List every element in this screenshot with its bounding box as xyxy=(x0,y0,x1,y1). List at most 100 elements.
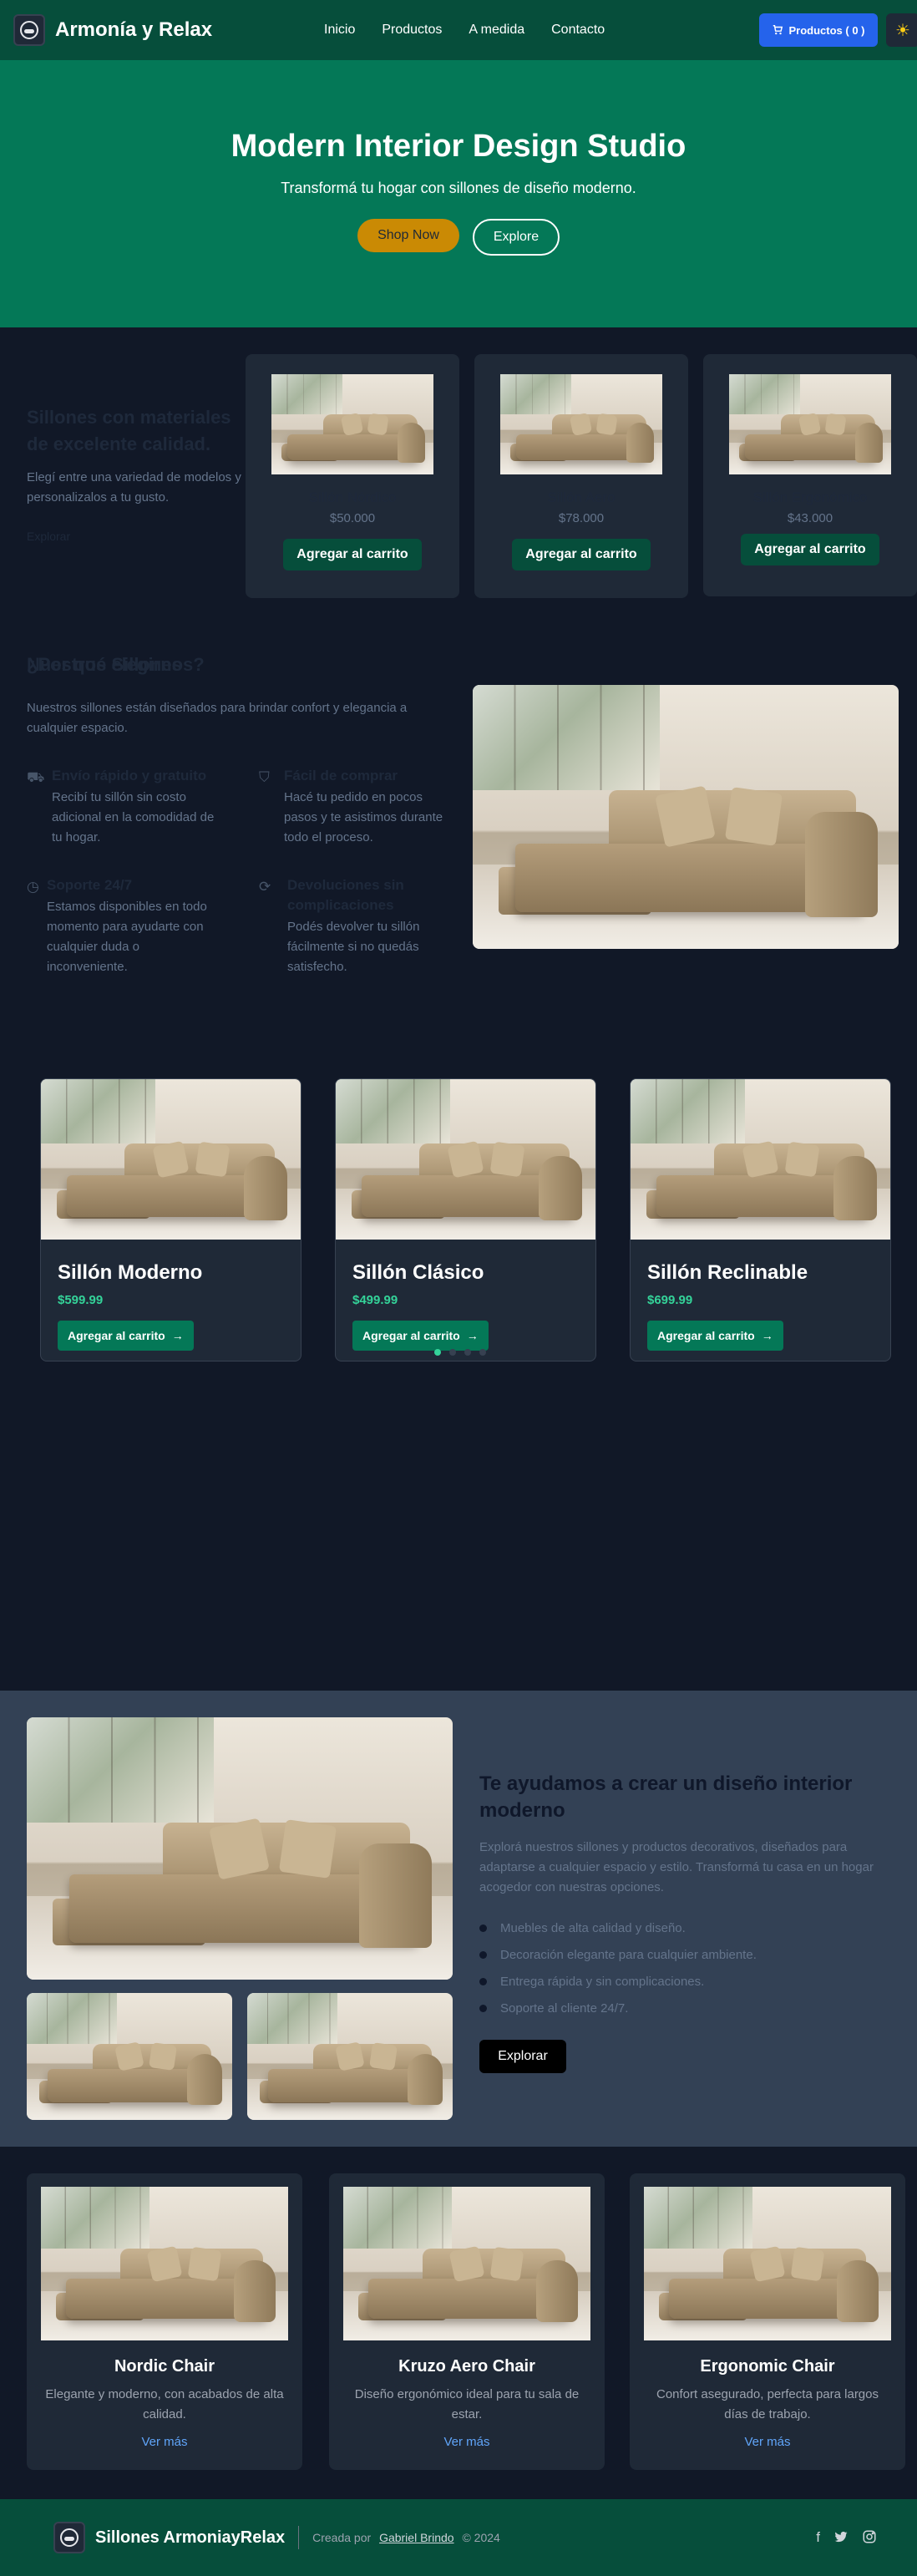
cart-label: Productos ( 0 ) xyxy=(788,23,865,37)
chair-name: Kruzo Aero Chair xyxy=(398,2357,535,2376)
divider xyxy=(298,2526,300,2549)
feature-text: Estamos disponibles en todo momento para… xyxy=(47,900,207,974)
nav-contacto[interactable]: Contacto xyxy=(551,23,605,38)
sofa-image xyxy=(41,1079,301,1240)
refresh-icon: ⟳ xyxy=(259,879,271,895)
feature-item: ⟳ Devoluciones sin complicaciones Podés … xyxy=(259,875,451,977)
cart-icon xyxy=(773,25,783,35)
help-list: Muebles de alta calidad y diseño. Decora… xyxy=(479,1914,757,2021)
truck-icon: ⛟ xyxy=(27,769,45,785)
sofa-price: $499.99 xyxy=(352,1293,398,1307)
cart-button[interactable]: Productos ( 0 ) xyxy=(759,13,878,47)
list-item: Soporte al cliente 24/7. xyxy=(479,1995,757,2021)
feature-title: Fácil de comprar xyxy=(284,768,398,783)
chair-image xyxy=(644,2187,891,2340)
site-footer: Sillones ArmoniayRelax Creada por Gabrie… xyxy=(0,2499,917,2576)
logo-icon[interactable] xyxy=(53,2522,85,2553)
arrow-right-icon: → xyxy=(466,1329,479,1342)
help-title: Te ayudamos a crear un diseño interior m… xyxy=(479,1772,853,1822)
sofa-card: Sillón Reclinable $699.99 Agregar al car… xyxy=(630,1078,891,1362)
list-item-text: Entrega rápida y sin complicaciones. xyxy=(500,1974,705,1989)
why-us-section: ¿Por qué elegirnos? Nuestros sillones es… xyxy=(0,327,917,1388)
sofa-thumbnail xyxy=(27,1993,232,2120)
nav-productos[interactable]: Productos xyxy=(382,23,442,38)
clock-icon: ◷ xyxy=(27,879,39,895)
twitter-icon[interactable] xyxy=(833,2529,849,2544)
list-item: Decoración elegante para cualquier ambie… xyxy=(479,1941,757,1968)
sofa-price: $699.99 xyxy=(647,1293,693,1307)
sofa-thumbnail xyxy=(247,1993,453,2120)
design-help-section: Te ayudamos a crear un diseño interior m… xyxy=(0,1691,917,2147)
bullet-icon xyxy=(479,1977,487,1985)
sofa-card: Sillón Moderno $599.99 Agregar al carrit… xyxy=(40,1078,301,1362)
footer-credit: Creada por Gabriel Brindo © 2024 xyxy=(312,2531,500,2544)
carousel-dot[interactable] xyxy=(449,1349,456,1356)
add-to-cart-button[interactable]: Agregar al carrito → xyxy=(352,1321,489,1351)
logo-icon[interactable] xyxy=(13,14,45,46)
sofa-price: $599.99 xyxy=(58,1293,104,1307)
sofa-card: Sillón Clásico $499.99 Agregar al carrit… xyxy=(335,1078,596,1362)
list-item-text: Decoración elegante para cualquier ambie… xyxy=(500,1947,757,1962)
living-room-image xyxy=(27,1717,453,1980)
see-more-link[interactable]: Ver más xyxy=(443,2435,489,2449)
facebook-icon[interactable]: f xyxy=(816,2529,820,2546)
carousel-dot[interactable] xyxy=(434,1349,441,1356)
chair-description: Diseño ergonómico ideal para tu sala de … xyxy=(354,2387,580,2421)
chair-image xyxy=(343,2187,590,2340)
chair-card: Kruzo Aero Chair Diseño ergonómico ideal… xyxy=(329,2173,605,2470)
button-label: Agregar al carrito xyxy=(657,1329,755,1342)
bullet-icon xyxy=(479,2004,487,2012)
hero-title: Modern Interior Design Studio xyxy=(231,129,686,164)
carousel-dots xyxy=(434,1349,486,1356)
nav-a-medida[interactable]: A medida xyxy=(469,23,524,38)
help-description: Explorá nuestros sillones y productos de… xyxy=(479,1840,874,1894)
sofa-image xyxy=(336,1079,595,1240)
sillones-title: Nuestros Sillones xyxy=(27,654,182,675)
button-label: Agregar al carrito xyxy=(68,1329,165,1342)
arrow-right-icon: → xyxy=(761,1329,773,1342)
hero-section: Modern Interior Design Studio Transformá… xyxy=(0,60,917,327)
hero-subtitle: Transformá tu hogar con sillones de dise… xyxy=(281,180,636,196)
shop-now-button[interactable]: Shop Now xyxy=(357,219,459,252)
carousel-dot[interactable] xyxy=(464,1349,471,1356)
chair-card: Nordic Chair Elegante y moderno, con aca… xyxy=(27,2173,302,2470)
bag-icon: ⛉ xyxy=(259,769,270,785)
sofa-name: Sillón Clásico xyxy=(352,1261,484,1284)
chair-image xyxy=(41,2187,288,2340)
sofa-name: Sillón Moderno xyxy=(58,1261,203,1284)
feature-title: Soporte 24/7 xyxy=(47,877,133,893)
list-item-text: Muebles de alta calidad y diseño. xyxy=(500,1920,686,1935)
social-links: f xyxy=(816,2529,877,2546)
author-link[interactable]: Gabriel Brindo xyxy=(379,2531,454,2544)
main-nav: Inicio Productos A medida Contacto xyxy=(324,23,605,38)
feature-item: ◷ Soporte 24/7 Estamos disponibles en to… xyxy=(27,875,219,977)
footer-brand: Sillones ArmoniayRelax xyxy=(95,2528,286,2547)
chair-card: Ergonomic Chair Confort asegurado, perfe… xyxy=(630,2173,905,2470)
help-explore-button[interactable]: Explorar xyxy=(479,2040,566,2073)
sofa-name: Sillón Reclinable xyxy=(647,1261,808,1284)
sun-icon: ☀ xyxy=(895,21,910,40)
nav-inicio[interactable]: Inicio xyxy=(324,23,355,38)
add-to-cart-button[interactable]: Agregar al carrito → xyxy=(58,1321,194,1351)
feature-text: Podés devolver tu sillón fácilmente si n… xyxy=(287,920,420,974)
living-room-image xyxy=(473,685,899,949)
sofa-image xyxy=(631,1079,890,1240)
instagram-icon[interactable] xyxy=(862,2529,877,2544)
list-item-text: Soporte al cliente 24/7. xyxy=(500,2000,629,2016)
bullet-icon xyxy=(479,1924,487,1932)
carousel-dot[interactable] xyxy=(479,1349,486,1356)
feature-text: Recibí tu sillón sin costo adicional en … xyxy=(52,790,215,844)
explore-button[interactable]: Explore xyxy=(473,219,560,256)
chair-name: Nordic Chair xyxy=(114,2357,215,2376)
theme-toggle-button[interactable]: ☀ xyxy=(886,13,917,47)
see-more-link[interactable]: Ver más xyxy=(141,2435,187,2449)
copyright-year: © 2024 xyxy=(462,2531,500,2544)
why-intro: Nuestros sillones están diseñados para b… xyxy=(27,701,408,735)
add-to-cart-button[interactable]: Agregar al carrito → xyxy=(647,1321,783,1351)
chair-name: Ergonomic Chair xyxy=(700,2357,835,2376)
site-header: Armonía y Relax Inicio Productos A medid… xyxy=(0,0,917,60)
brand-name[interactable]: Armonía y Relax xyxy=(55,18,212,42)
button-label: Agregar al carrito xyxy=(362,1329,460,1342)
see-more-link[interactable]: Ver más xyxy=(744,2435,790,2449)
list-item: Entrega rápida y sin complicaciones. xyxy=(479,1968,757,1995)
